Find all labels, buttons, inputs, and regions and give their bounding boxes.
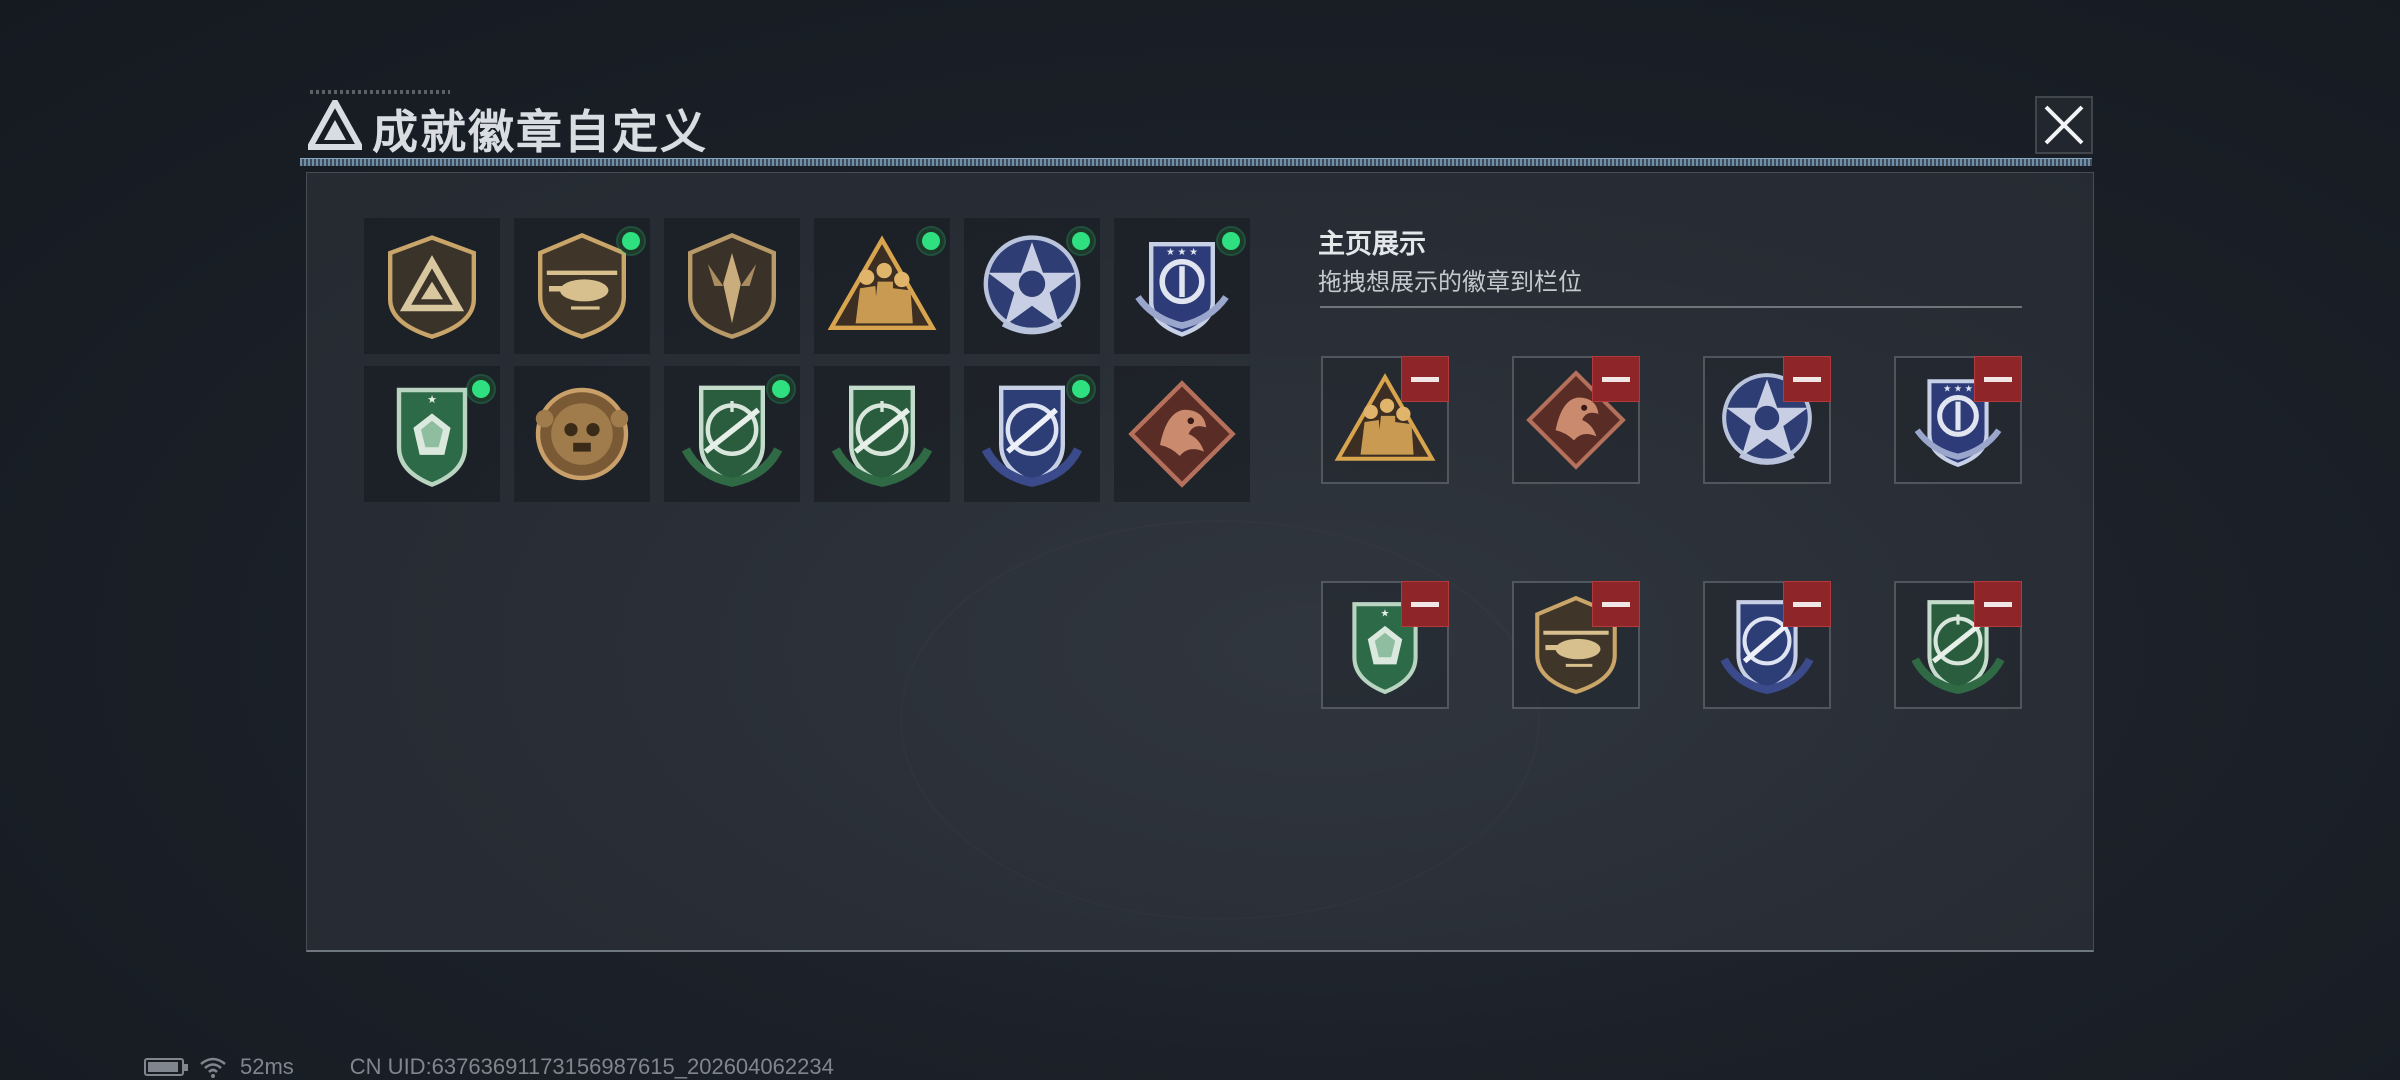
remove-badge-button[interactable]: [1592, 356, 1640, 402]
minus-icon: [1602, 601, 1630, 607]
minus-icon: [1984, 376, 2012, 382]
showcase-slot[interactable]: [1703, 581, 1831, 709]
equipped-indicator: [1068, 228, 1094, 254]
bronze-skull-badge-icon: [527, 379, 637, 489]
inventory-badge-slot[interactable]: [364, 366, 500, 502]
showcase-slot[interactable]: [1894, 356, 2022, 484]
inventory-badge-slot[interactable]: [664, 218, 800, 354]
dragon-badge-icon: [1127, 379, 1237, 489]
inventory-badge-slot[interactable]: [1114, 218, 1250, 354]
inventory-badge-slot[interactable]: [1114, 366, 1250, 502]
dagger-badge-icon: [677, 231, 787, 341]
triangle-logo-icon: [308, 100, 362, 150]
equipped-indicator: [918, 228, 944, 254]
equipped-indicator: [468, 376, 494, 402]
inventory-badge-slot[interactable]: [514, 218, 650, 354]
equipped-indicator: [768, 376, 794, 402]
showcase-slot[interactable]: [1703, 356, 1831, 484]
ping-readout: 52ms: [240, 1054, 294, 1079]
inventory-badge-slot[interactable]: [964, 366, 1100, 502]
minus-icon: [1793, 601, 1821, 607]
equipped-indicator: [1218, 228, 1244, 254]
battery-icon: [144, 1058, 188, 1076]
equipped-indicator: [1068, 376, 1094, 402]
status-bar: 52ms CN UID:6376369117315698761​5_202604…: [144, 1054, 834, 1080]
page-title: 成就徽章自定义: [372, 105, 708, 159]
remove-badge-button[interactable]: [1783, 581, 1831, 627]
uid-readout: CN UID:6376369117315698761​5_20260406223…: [349, 1054, 834, 1079]
title-divider: [300, 158, 2092, 166]
close-button[interactable]: [2035, 96, 2093, 154]
showcase-slot[interactable]: [1512, 356, 1640, 484]
inventory-badge-slot[interactable]: [814, 218, 950, 354]
minus-icon: [1984, 601, 2012, 607]
remove-badge-button[interactable]: [1974, 581, 2022, 627]
equipped-indicator: [618, 228, 644, 254]
inventory-badge-slot[interactable]: [514, 366, 650, 502]
remove-badge-button[interactable]: [1783, 356, 1831, 402]
showcase-slots: [1321, 356, 2022, 709]
minus-icon: [1411, 376, 1439, 382]
remove-badge-button[interactable]: [1401, 356, 1449, 402]
remove-badge-button[interactable]: [1592, 581, 1640, 627]
showcase-slot[interactable]: [1321, 356, 1449, 484]
showcase-slot[interactable]: [1894, 581, 2022, 709]
minus-icon: [1793, 376, 1821, 382]
inventory-badge-slot[interactable]: [364, 218, 500, 354]
inventory-badge-slot[interactable]: [814, 366, 950, 502]
minus-icon: [1411, 601, 1439, 607]
green-rifle-badge-icon: [827, 379, 937, 489]
title-decoration: [310, 90, 450, 94]
remove-badge-button[interactable]: [1401, 581, 1449, 627]
inventory-badge-slot[interactable]: [664, 366, 800, 502]
remove-badge-button[interactable]: [1974, 356, 2022, 402]
title-bar: 成就徽章自定义: [300, 90, 2100, 162]
close-icon: [2044, 105, 2084, 145]
tri-logo-badge-icon: [377, 231, 487, 341]
showcase-slot[interactable]: [1321, 581, 1449, 709]
wifi-icon: [200, 1057, 226, 1078]
showcase-subtitle: 拖拽想展示的徽章到栏位: [1318, 269, 1582, 296]
badge-inventory: [364, 218, 1250, 502]
showcase-slot[interactable]: [1512, 581, 1640, 709]
minus-icon: [1602, 376, 1630, 382]
showcase-divider: [1320, 306, 2022, 308]
inventory-badge-slot[interactable]: [964, 218, 1100, 354]
showcase-heading: 主页展示: [1318, 229, 1426, 259]
